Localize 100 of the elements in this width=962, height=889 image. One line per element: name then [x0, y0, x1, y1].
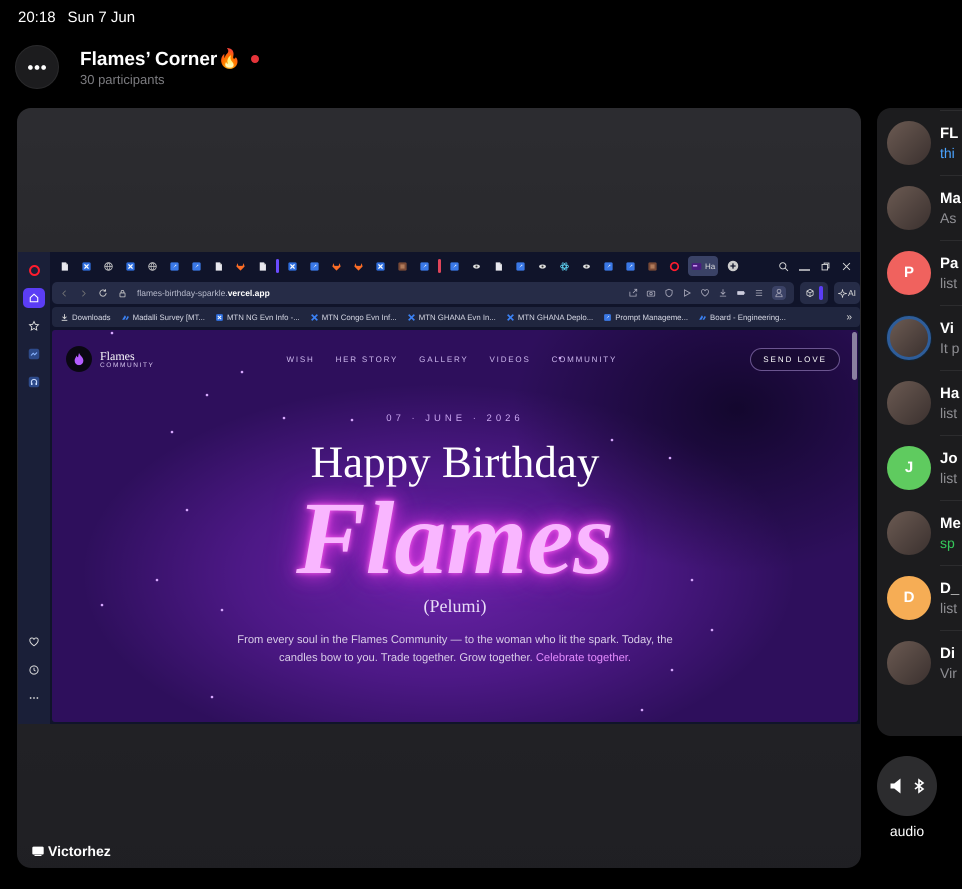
screen-share-icon [31, 844, 45, 858]
participant-status: list [940, 404, 958, 423]
chat-title: Flames’ Corner🔥 [80, 47, 242, 71]
x-mark-icon [406, 312, 416, 322]
participant-name: Jo [940, 449, 959, 469]
profile-button[interactable] [772, 286, 786, 300]
birthday-message: From every soul in the Flames Community — to the woman who lit the spark. Today, the candles bow to you. Trade together. Grow together. Celebrate together. [236, 633, 674, 666]
participant-name: Ha [940, 384, 960, 404]
new-tab-button[interactable] [727, 260, 740, 272]
shield-icon [664, 288, 674, 298]
close-icon [841, 260, 852, 272]
nav-link[interactable]: VIDEOS [490, 354, 531, 364]
participant-status: list [940, 274, 958, 293]
nav-link[interactable]: COMMUNITY [552, 354, 618, 364]
fox-icon [235, 260, 246, 272]
participant-status: list [940, 469, 958, 488]
clock-icon [28, 664, 40, 676]
nav-link[interactable]: GALLERY [419, 354, 469, 364]
status-date: Sun 7 Jun [68, 9, 136, 28]
o-logo-icon [669, 260, 680, 272]
x-square-icon [287, 260, 298, 272]
address-bar[interactable]: flames-birthday-sparkle.vercel.app [52, 282, 794, 304]
sidebar-button[interactable] [23, 288, 45, 308]
share-icon [628, 288, 638, 298]
download-icon [718, 288, 728, 298]
thumbnail-icon [647, 260, 658, 272]
board-icon [698, 312, 708, 322]
search-icon [778, 260, 789, 272]
participant-count: 30 participants [80, 72, 166, 87]
rocket-icon [309, 260, 320, 272]
logo-name: Flames [100, 350, 136, 362]
site-thumbnail-icon [691, 260, 702, 272]
participant-name: D_ [940, 579, 960, 599]
cube-icon [804, 288, 815, 298]
audio-label: audio [888, 823, 926, 839]
reload-icon [98, 288, 108, 298]
x-square-icon [125, 260, 136, 272]
chat-bubble-icon [28, 348, 40, 360]
participant-name: FL [940, 124, 960, 144]
rocket-icon [603, 312, 612, 322]
participant-status: sp [940, 534, 956, 553]
home-icon [28, 292, 40, 304]
document-icon [59, 260, 70, 272]
document-icon [257, 260, 268, 272]
avatar: J [887, 446, 931, 490]
participant-name: Me [940, 514, 962, 534]
restore-icon [820, 260, 831, 272]
extensions-area[interactable] [800, 282, 828, 304]
globe-icon [147, 260, 158, 272]
x-mark-icon [506, 312, 515, 322]
more-bookmarks-button[interactable]: » [846, 312, 852, 322]
plus-icon [727, 260, 740, 272]
lock-icon [118, 288, 127, 298]
more-options-button[interactable] [15, 45, 59, 89]
fox-icon [331, 260, 342, 272]
participant-status: thi [940, 144, 956, 163]
presenter-name: Victorhez [48, 843, 111, 859]
star-icon [28, 320, 40, 332]
play-icon [682, 288, 692, 298]
rocket-icon [625, 260, 636, 272]
rocket-icon [449, 260, 460, 272]
nav-link[interactable]: HER STORY [336, 354, 398, 364]
participant-name: Pa [940, 254, 960, 274]
browser-tab[interactable]: Ha [688, 256, 718, 276]
nav-link[interactable]: WISH [286, 354, 315, 364]
battery-icon [736, 288, 746, 298]
event-date: 07 · JUNE · 2026 [386, 413, 524, 424]
rocket-icon [603, 260, 614, 272]
participant-status: Vir [940, 664, 958, 683]
scrollbar-thumb [852, 332, 857, 380]
menu-icon [754, 288, 764, 298]
o-logo-icon [28, 264, 40, 276]
rocket-icon [515, 260, 526, 272]
heart-icon [700, 288, 710, 298]
x-square-icon [375, 260, 386, 272]
send-love-button[interactable]: SEND LOVE [750, 348, 840, 370]
avatar: D [887, 576, 931, 620]
extension-color-bar [818, 286, 823, 300]
nickname: (Pelumi) [424, 596, 486, 617]
globe-icon [103, 260, 114, 272]
sparkle-icon [838, 288, 847, 298]
ai-button[interactable]: AI [834, 282, 860, 304]
flame-icon [72, 352, 86, 366]
profile-icon [774, 288, 784, 298]
x-mark-icon [310, 312, 319, 322]
participant-name: Vi [940, 319, 955, 339]
avatar: P [887, 250, 931, 294]
document-icon [213, 260, 224, 272]
rocket-icon [419, 260, 430, 272]
download-icon [60, 312, 69, 322]
headphones-icon [28, 376, 40, 388]
camera-icon [646, 288, 656, 298]
url-text: flames-birthday-sparkle.vercel.app [137, 288, 270, 298]
fox-icon [353, 260, 364, 272]
rocket-icon [191, 260, 202, 272]
board-icon [120, 312, 130, 322]
rocket-icon [169, 260, 180, 272]
more-icon [28, 64, 46, 70]
participant-status: It p [940, 339, 960, 358]
participant-name: Di [940, 644, 956, 664]
